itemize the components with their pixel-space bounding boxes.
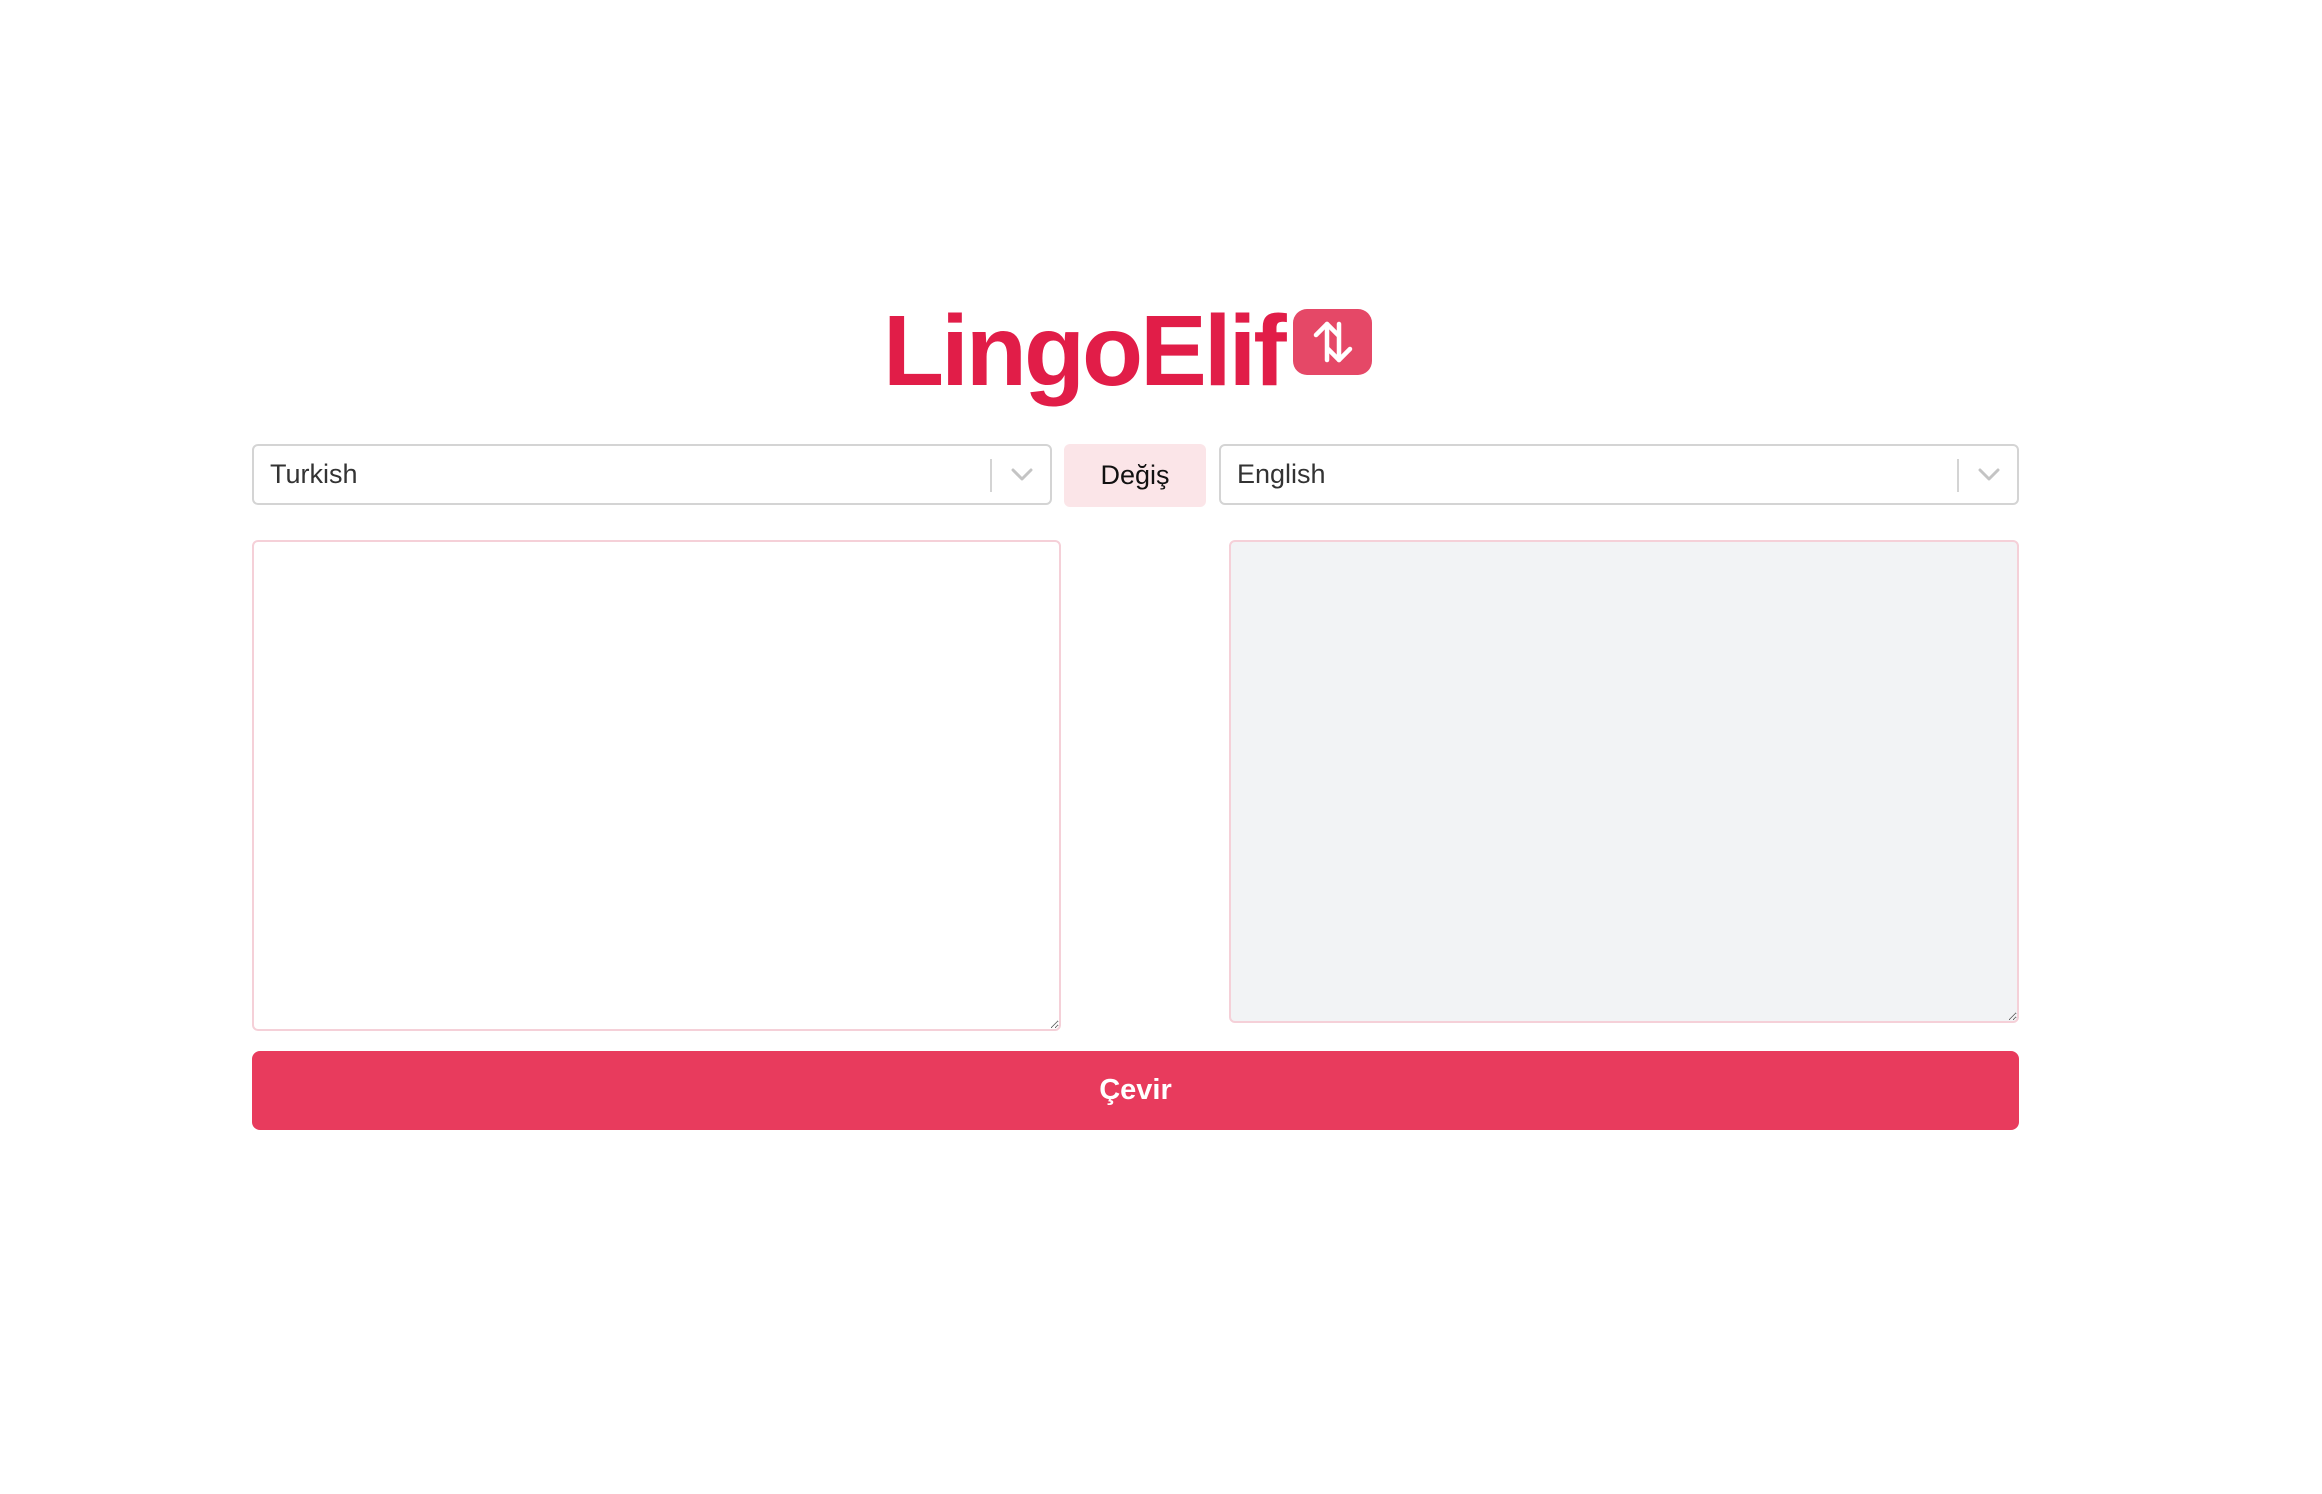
chevron-down-icon[interactable]: [1971, 458, 2007, 492]
source-text-input[interactable]: [252, 540, 1061, 1031]
select-separator: [1957, 459, 1959, 492]
source-language-select[interactable]: Turkish: [252, 444, 1052, 505]
app-title: LingoElif: [883, 295, 1287, 407]
swap-vertical-icon: [1293, 309, 1372, 375]
translate-button[interactable]: Çevir: [252, 1051, 2019, 1130]
target-language-select[interactable]: English: [1219, 444, 2019, 505]
source-language-value: Turkish: [270, 459, 358, 489]
chevron-down-icon[interactable]: [1004, 458, 1040, 492]
brand-header: LingoElif: [0, 285, 2322, 425]
swap-languages-button[interactable]: Değiş: [1064, 444, 1206, 507]
translation-output[interactable]: [1229, 540, 2019, 1023]
target-language-value: English: [1237, 459, 1326, 489]
select-separator: [990, 459, 992, 492]
translator-page: LingoElif Turkish Değiş English Çevir: [0, 0, 2322, 1494]
